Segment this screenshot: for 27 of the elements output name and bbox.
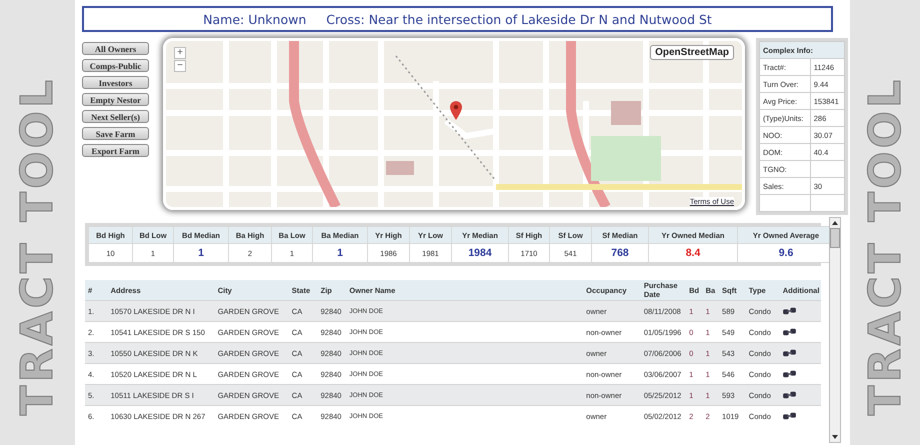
- binoculars-icon[interactable]: [782, 412, 796, 420]
- binoculars-icon[interactable]: [782, 328, 796, 336]
- action-button[interactable]: Comps-Public: [82, 59, 149, 72]
- table-cell: 8.4: [649, 244, 737, 262]
- side-title: TRACT TOOL: [860, 76, 910, 415]
- cross-street-label: Cross: Near the intersection of Lakeside Dr N and Nutwood St: [326, 12, 712, 26]
- action-button[interactable]: Next Seller(s): [82, 110, 149, 123]
- table-cell: 1: [313, 244, 367, 262]
- zoom-in-button[interactable]: +: [174, 47, 186, 59]
- binoculars-icon[interactable]: [782, 307, 796, 315]
- zoom-out-button[interactable]: −: [174, 60, 186, 72]
- side-title: TRACT TOOL: [12, 76, 63, 415]
- action-button[interactable]: Investors: [82, 76, 149, 89]
- table-cell: 1: [174, 244, 228, 262]
- action-button[interactable]: Empty Nestor: [82, 93, 149, 106]
- binoculars-icon[interactable]: [782, 349, 796, 357]
- table-cell: 1984: [452, 244, 508, 262]
- action-button[interactable]: All Owners: [82, 42, 149, 55]
- scroll-bar[interactable]: [829, 217, 841, 443]
- action-button[interactable]: Export Farm: [82, 144, 149, 157]
- binoculars-icon[interactable]: [782, 370, 796, 378]
- map-pin-icon[interactable]: [450, 101, 462, 120]
- table-cell: 768: [592, 244, 648, 262]
- name-label: Name: Unknown: [203, 12, 306, 26]
- binoculars-icon[interactable]: [782, 391, 796, 399]
- map-layer-button[interactable]: OpenStreetMap: [650, 45, 734, 60]
- action-button[interactable]: Save Farm: [82, 127, 149, 140]
